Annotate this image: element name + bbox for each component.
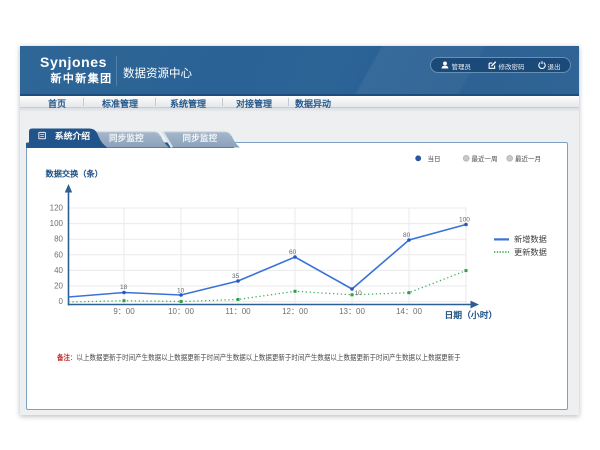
svg-text:日期（小时）: 日期（小时） (445, 309, 498, 320)
svg-text:120: 120 (50, 204, 64, 213)
svg-text:14：00: 14：00 (396, 307, 422, 316)
svg-text:9：00: 9：00 (113, 307, 135, 316)
svg-text:40: 40 (54, 266, 63, 275)
svg-text:60: 60 (289, 249, 297, 256)
svg-text:20: 20 (54, 282, 63, 291)
svg-text:10: 10 (177, 288, 185, 295)
svg-text:13：00: 13：00 (339, 307, 365, 316)
svg-text:10: 10 (355, 290, 363, 297)
svg-text:100: 100 (50, 219, 64, 228)
svg-text:数据交换（条）: 数据交换（条） (46, 169, 103, 179)
svg-text:0: 0 (59, 297, 64, 306)
svg-text:100: 100 (459, 217, 470, 224)
svg-text:60: 60 (54, 250, 63, 259)
svg-text:12：00: 12：00 (282, 307, 308, 316)
svg-text:更新数据: 更新数据 (514, 247, 547, 257)
svg-text:11：00: 11：00 (225, 307, 251, 316)
svg-text:新增数据: 新增数据 (514, 234, 547, 244)
svg-text:同步监控: 同步监控 (183, 133, 218, 143)
svg-text:35: 35 (232, 273, 240, 280)
svg-text:系统介绍: 系统介绍 (55, 130, 90, 141)
svg-text:同步监控: 同步监控 (109, 133, 144, 143)
svg-text:80: 80 (403, 232, 411, 239)
svg-text:10：00: 10：00 (168, 307, 194, 316)
svg-text:80: 80 (54, 235, 63, 244)
svg-text:18: 18 (120, 284, 128, 291)
